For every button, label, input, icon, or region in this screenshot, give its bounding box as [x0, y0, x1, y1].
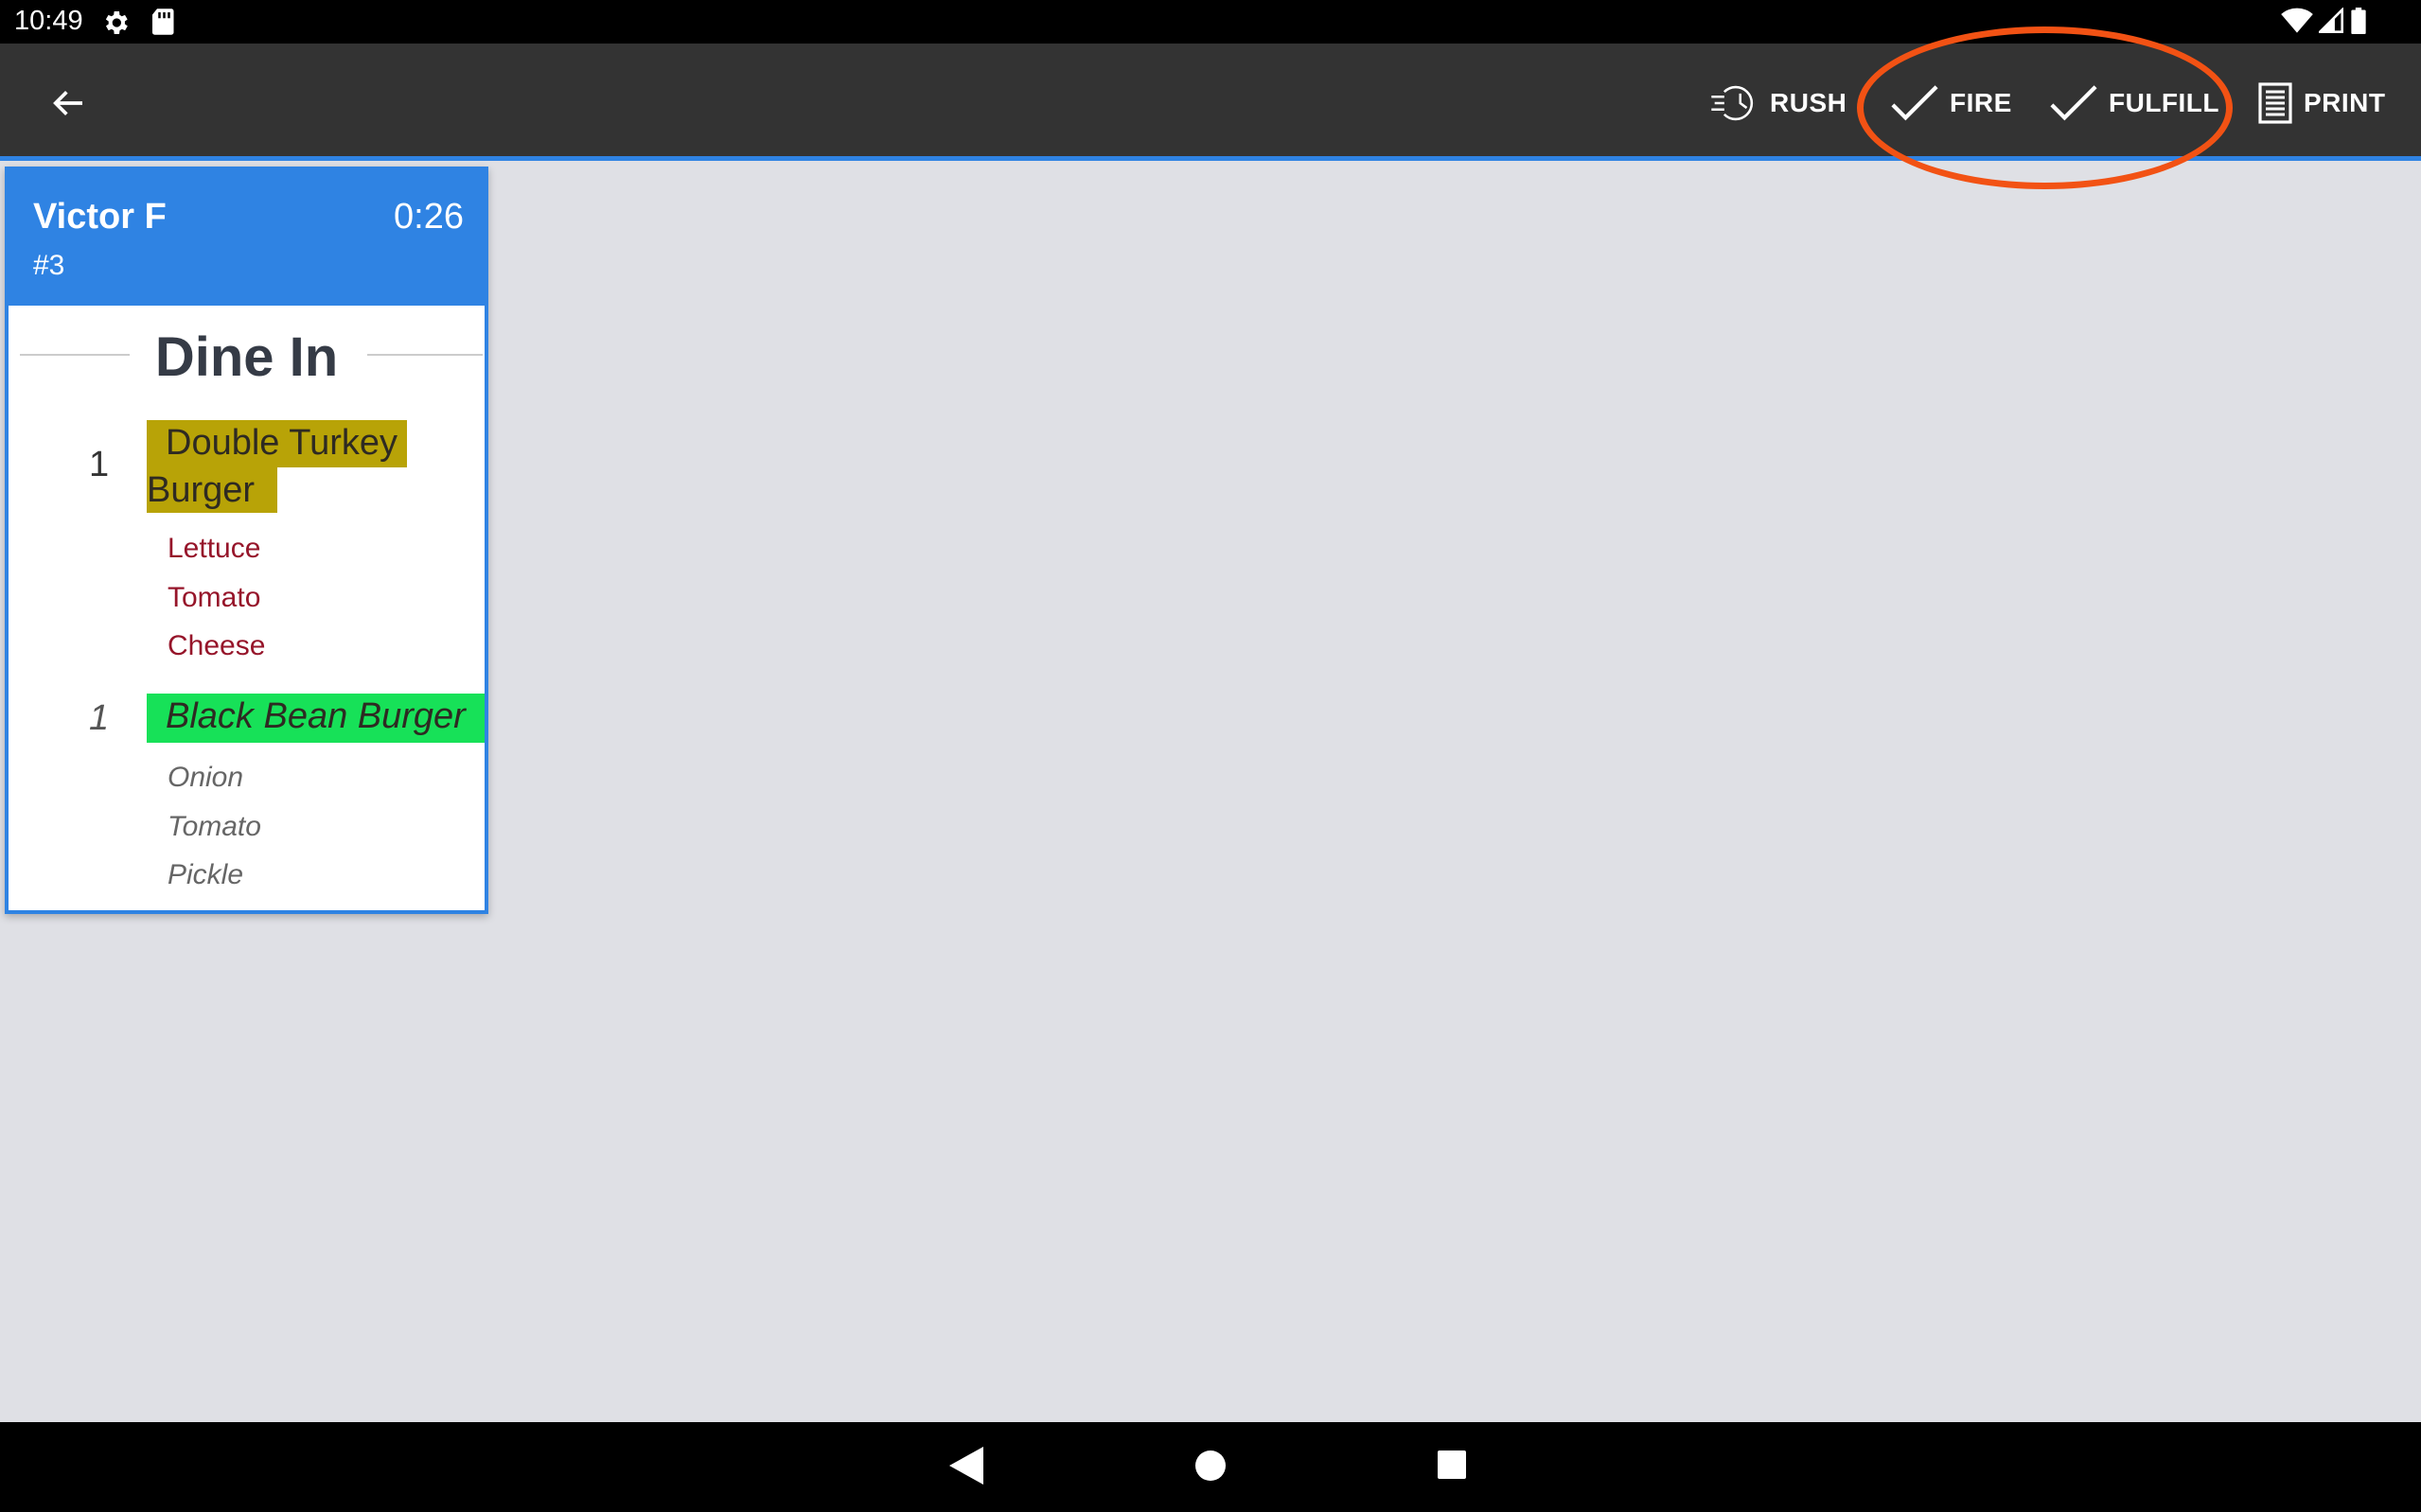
status-time: 10:49	[14, 6, 83, 36]
battery-icon	[2351, 8, 2366, 34]
arrow-back-icon	[53, 91, 82, 115]
print-icon	[2258, 82, 2292, 124]
order-type: Dine In	[154, 326, 339, 388]
modifier: Onion	[168, 762, 244, 793]
ticket-header: Victor F 0:26 #3	[9, 170, 485, 306]
elapsed-timer: 0:26	[394, 197, 464, 237]
item-name: Double Turkey Burger	[147, 420, 407, 513]
item-quantity: 1	[89, 445, 110, 484]
modifier: Lettuce	[168, 533, 261, 564]
settings-icon	[105, 11, 128, 34]
order-number: #3	[33, 250, 65, 281]
signal-icon	[2319, 8, 2343, 33]
print-label: PRINT	[2304, 88, 2386, 117]
rush-clock-icon	[1711, 85, 1754, 121]
rush-button[interactable]: RUSH	[1709, 76, 1847, 131]
back-button[interactable]	[36, 76, 100, 131]
item-name-line2: Burger	[147, 467, 277, 513]
wifi-icon	[2281, 8, 2313, 33]
sd-card-icon	[152, 9, 174, 35]
system-nav-bar	[0, 1422, 2421, 1512]
modifier: Tomato	[168, 582, 261, 613]
order-ticket[interactable]: Victor F 0:26 #3 Dine In 1 Double Turkey…	[5, 167, 488, 914]
customer-name: Victor F	[33, 197, 167, 237]
item-quantity: 1	[89, 698, 110, 738]
back-triangle-icon[interactable]	[949, 1447, 983, 1485]
modifier: Tomato	[168, 811, 261, 842]
annotation-circle	[1857, 26, 2233, 189]
rush-label: RUSH	[1770, 88, 1847, 117]
recents-square-icon[interactable]	[1436, 1447, 1468, 1485]
item-name-line1: Double Turkey	[147, 420, 407, 467]
modifier: Cheese	[168, 630, 266, 661]
print-button[interactable]: PRINT	[2258, 76, 2386, 131]
item-name: Black Bean Burger	[147, 694, 485, 743]
modifier: Pickle	[168, 859, 244, 890]
home-circle-icon[interactable]	[1193, 1447, 1228, 1485]
